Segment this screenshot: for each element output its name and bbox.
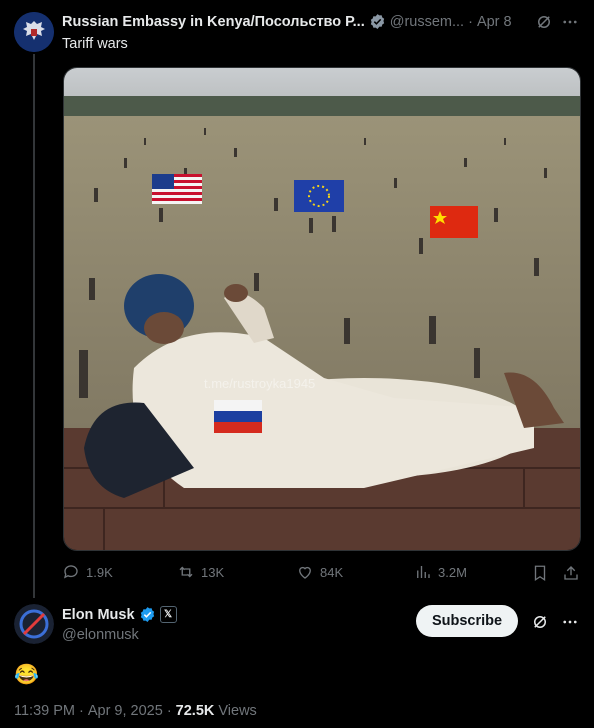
author-name[interactable]: Russian Embassy in Kenya/Посольство Р... [62,14,365,30]
like-action[interactable]: 84K [296,563,343,581]
analytics-icon [417,566,430,578]
reply-author-name[interactable]: Elon Musk [62,607,135,623]
reply-views-label: Views [218,703,257,719]
post-text: Tariff wars [62,36,128,52]
author-handle[interactable]: @russem... [390,14,464,30]
post-header: Russian Embassy in Kenya/Посольство Р...… [62,13,582,30]
meta-separator: · [79,703,84,719]
china-flag-icon [430,206,478,238]
reply-text: 😂 [14,664,39,686]
repost-action[interactable]: 13K [177,563,224,581]
views-count: 3.2M [438,564,467,580]
repost-icon [179,566,193,578]
eu-flag-icon [294,180,344,212]
x-affiliate-icon: 𝕏 [159,606,177,623]
heart-icon [299,566,311,579]
reply-meta: 11:39 PM · Apr 9, 2025 · 72.5K Views [14,703,257,719]
grok-icon[interactable] [534,12,554,32]
like-count: 84K [320,564,344,580]
views-action[interactable]: 3.2M [414,563,467,581]
share-icon[interactable] [561,563,581,583]
meta-separator: · [166,703,172,719]
reply-time[interactable]: 11:39 PM [14,703,75,719]
usa-flag-icon [152,174,202,204]
verified-badge-icon [370,14,384,29]
image-watermark: t.me/rustroyka1945 [204,376,315,391]
profile-photo-icon [14,604,54,644]
post-date[interactable]: Apr 8 [477,14,512,30]
embassy-avatar[interactable] [14,12,54,52]
reply-views-count: 72.5K [175,703,215,719]
elon-avatar[interactable] [14,604,54,644]
thread-connector [33,54,35,598]
reply-date[interactable]: Apr 9, 2025 [88,703,163,719]
reply-count: 1.9K [86,564,113,580]
more-options-icon[interactable] [560,12,580,32]
reply-icon [63,565,78,579]
post-image[interactable]: t.me/rustroyka1945 [63,67,581,551]
bookmark-icon[interactable] [530,563,550,583]
russia-flag-icon [214,400,262,433]
subscribe-button[interactable]: Subscribe [416,605,518,637]
reply-author-row: Elon Musk 𝕏 [62,606,177,623]
repost-count: 13K [201,564,225,580]
header-separator: · [468,13,473,30]
tariff-meme-illustration: t.me/rustroyka1945 [64,68,580,550]
double-headed-eagle-icon [14,12,54,52]
grok-icon[interactable] [530,612,550,632]
reply-action[interactable]: 1.9K [62,563,113,581]
more-options-icon[interactable] [560,612,580,632]
verified-badge-icon [140,607,154,622]
reply-handle[interactable]: @elonmusk [62,627,139,643]
